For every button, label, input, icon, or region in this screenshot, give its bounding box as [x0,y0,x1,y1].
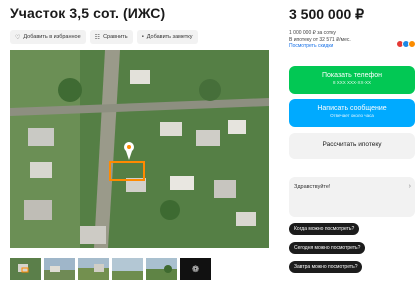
thumbnail[interactable] [112,258,143,280]
calculate-mortgage-button[interactable]: Рассчитать ипотеку [289,133,415,159]
compare-label: Сравнить [103,34,128,40]
reply-time: Отвечает около часа [330,113,374,118]
listing-price: 3 500 000 ₽ [289,6,365,22]
price-info: 1 000 000 ₽ за сотку В ипотеку от 32 571… [289,30,351,50]
bank-logo-icon [408,40,416,48]
compare-icon: ☷ [94,34,101,41]
chat-input[interactable]: Здравствуйте! › [289,177,415,217]
thumbnail[interactable] [78,258,109,280]
action-bar: ♡ Добавить в избранное ☷ Сравнить ▪ Доба… [10,30,198,44]
chat-greeting: Здравствуйте! [294,184,331,190]
note-icon: ▪ [141,34,144,40]
quick-reply-button[interactable]: Когда можно посмотреть? [289,223,360,235]
main-photo[interactable] [10,50,269,248]
chevron-right-icon: › [408,183,411,190]
note-label: Добавить заметку [146,34,193,40]
bank-logos [396,40,416,48]
more-photos-button[interactable]: ❁ [180,258,211,280]
compare-button[interactable]: ☷ Сравнить [89,30,133,44]
thumbnail[interactable] [44,258,75,280]
write-message-button[interactable]: Написать сообщение Отвечает около часа [289,99,415,127]
quick-reply-button[interactable]: Сегодня можно посмотреть? [289,242,366,254]
thumbnail[interactable] [10,258,41,280]
favorites-label: Добавить в избранное [23,34,81,40]
write-message-label: Написать сообщение [317,105,387,112]
satellite-map-image [10,50,269,248]
calculate-mortgage-label: Рассчитать ипотеку [322,141,382,148]
add-to-favorites-button[interactable]: ♡ Добавить в избранное [10,30,86,44]
thumbnail[interactable] [146,258,177,280]
heart-icon: ♡ [15,34,21,41]
show-phone-button[interactable]: Показать телефон 8 XXX XXX-XX-XX [289,66,415,94]
listing-title: Участок 3,5 сот. (ИЖС) [10,5,166,21]
quick-reply-button[interactable]: Завтра можно посмотреть? [289,261,363,273]
photo-thumbnails: ❁ [10,258,211,280]
details-link[interactable]: Посмотреть скидки [289,43,351,50]
phone-masked: 8 XXX XXX-XX-XX [332,80,371,85]
add-note-button[interactable]: ▪ Добавить заметку [136,30,198,44]
more-photos-icon: ❁ [191,263,200,274]
show-phone-label: Показать телефон [322,72,382,79]
